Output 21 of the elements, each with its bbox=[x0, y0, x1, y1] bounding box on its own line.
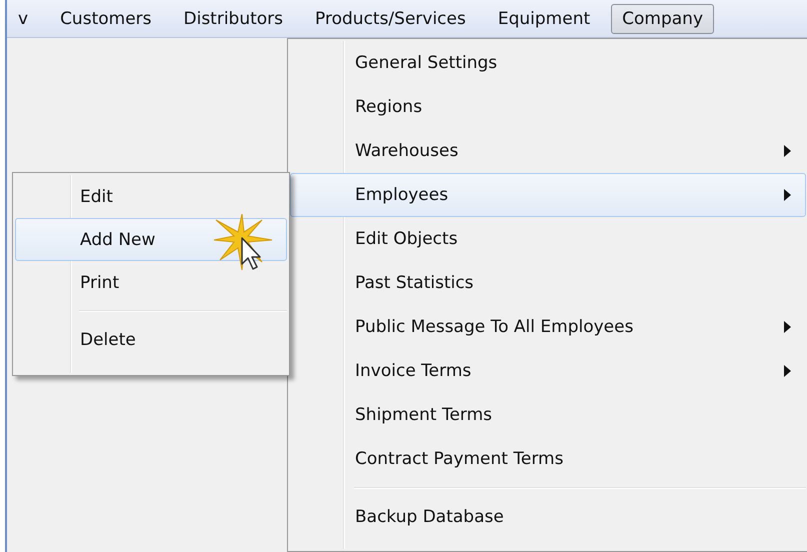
menu-item[interactable]: Delete bbox=[15, 318, 287, 361]
menu-bar-item[interactable]: Customers bbox=[49, 4, 162, 34]
menu-item[interactable]: Public Message To All Employees bbox=[290, 305, 806, 349]
menu-bar-item[interactable]: Distributors bbox=[172, 4, 294, 34]
menu-bar-item[interactable]: Equipment bbox=[486, 4, 602, 34]
menu-item[interactable]: Backup Database bbox=[290, 495, 806, 539]
menu-bar-item[interactable]: Company bbox=[611, 4, 714, 34]
menu-item[interactable]: Edit bbox=[15, 175, 287, 218]
menu-bar-item[interactable]: Products/Services bbox=[304, 4, 477, 34]
menu-item[interactable]: Print bbox=[15, 261, 287, 304]
menu-item[interactable]: Add New bbox=[15, 218, 287, 261]
menu-item[interactable]: Regions bbox=[290, 85, 806, 129]
menu-item[interactable]: Past Statistics bbox=[290, 261, 806, 305]
menu-bar-item[interactable]: v bbox=[7, 4, 40, 34]
menu-item[interactable]: General Settings bbox=[290, 41, 806, 85]
menu-item[interactable]: Shipment Terms bbox=[290, 393, 806, 437]
menu-item[interactable]: Contract Payment Terms bbox=[290, 437, 806, 481]
menu-item[interactable]: Invoice Terms bbox=[290, 349, 806, 393]
menu-item[interactable]: Warehouses bbox=[290, 129, 806, 173]
menu-item[interactable]: Employees bbox=[290, 173, 806, 217]
menu-item[interactable]: Edit Objects bbox=[290, 217, 806, 261]
